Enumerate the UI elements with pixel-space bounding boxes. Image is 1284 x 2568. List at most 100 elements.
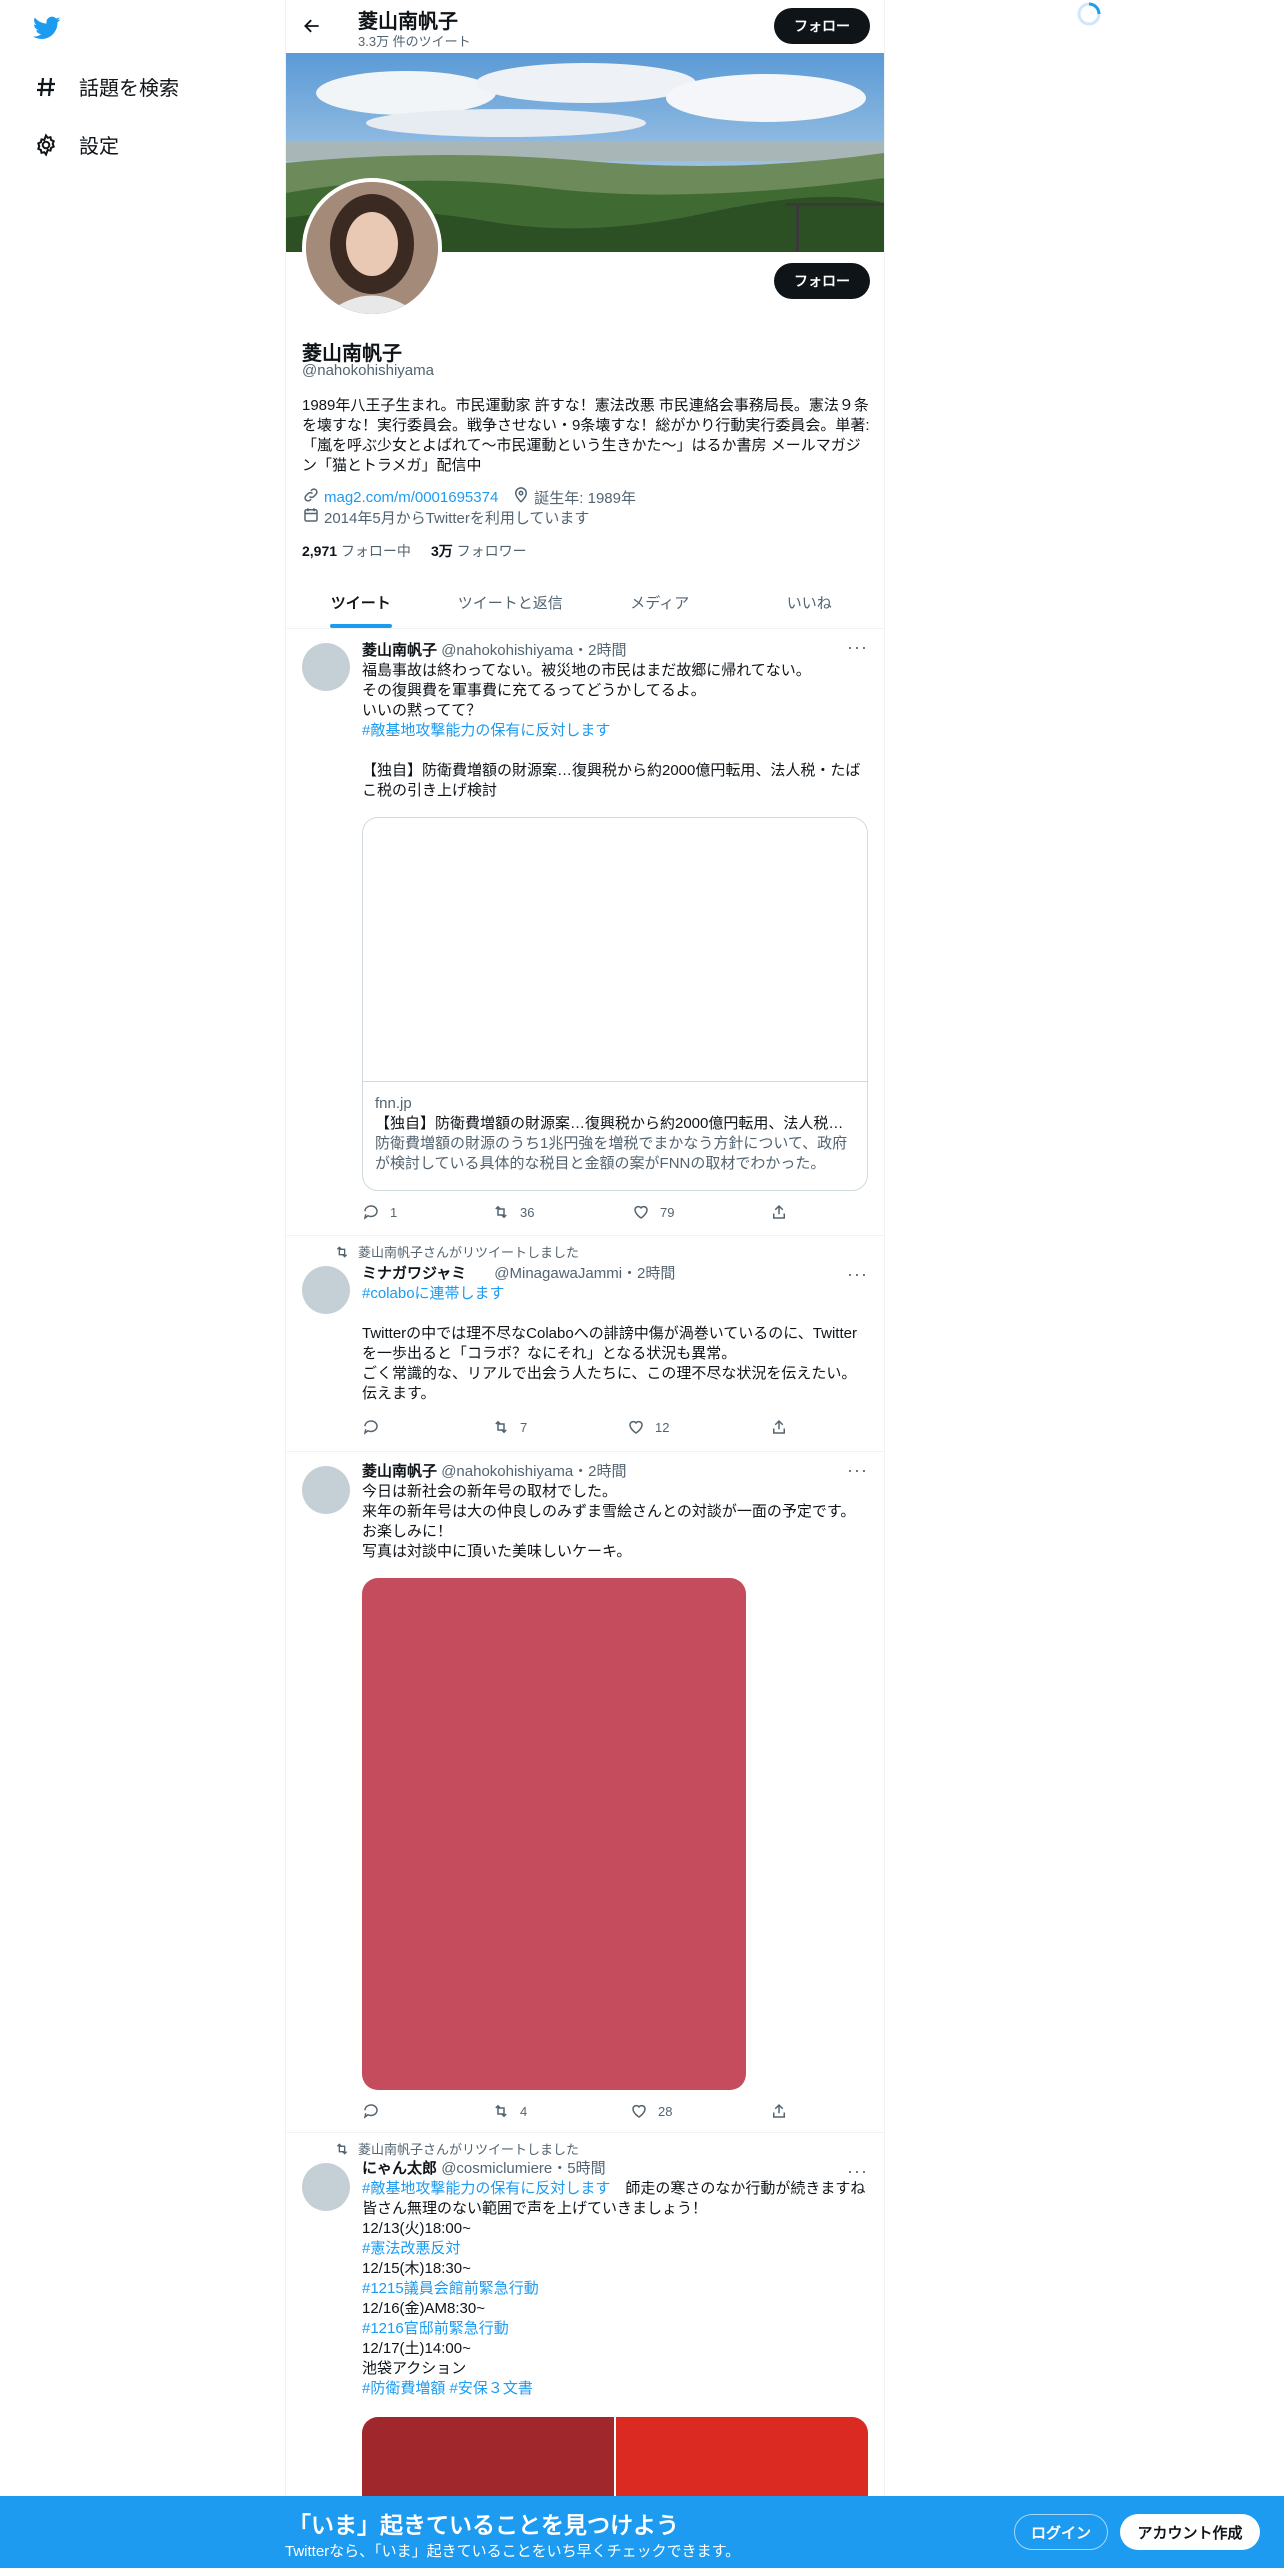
tweet-line: 12/17(土)14:00~ <box>362 2340 471 2357</box>
calendar-icon <box>302 506 320 528</box>
tweet-line: 12/13(火)18:00~ <box>362 2220 471 2237</box>
tweet-content: 菱山南帆子 @nahokohishiyama・2時間 今日は新社会の新年号の取材… <box>362 1462 868 1562</box>
tweet-1[interactable]: ··· 菱山南帆子 @nahokohishiyama・2時間 福島事故は終わって… <box>286 629 884 1236</box>
tweet-actions: 7 12 <box>362 1418 802 1438</box>
reply-button[interactable] <box>362 1418 390 1436</box>
share-button[interactable] <box>770 2102 798 2120</box>
profile-bio: 1989年八王子生まれ。市民運動家 許すな！憲法改悪 市民連絡会事務局長。憲法９… <box>302 397 870 474</box>
retweet-button[interactable]: 36 <box>492 1203 534 1221</box>
like-button[interactable]: 79 <box>632 1203 674 1221</box>
profile-follow-button[interactable]: フォロー <box>774 263 870 299</box>
like-button[interactable]: 28 <box>630 2102 672 2120</box>
reply-count: 1 <box>390 1204 398 1220</box>
like-button[interactable]: 12 <box>627 1418 669 1436</box>
header-follow-button[interactable]: フォロー <box>774 8 870 44</box>
tweet-time[interactable]: ・2時間 <box>573 642 626 659</box>
tweet-handle: @nahokohishiyama <box>441 1463 574 1480</box>
tweet-content: にゃん太郎 @cosmiclumiere・5時間 #敵基地攻撃能力の保有に反対し… <box>362 2159 880 2399</box>
tweet-actions: 1 36 79 <box>362 1203 802 1223</box>
retweet-context-label[interactable]: 菱山南帆子さんがリツイートしました <box>358 2139 579 2158</box>
retweet-button[interactable]: 7 <box>492 1418 527 1436</box>
hashtag-link[interactable]: #敵基地攻撃能力の保有に反対します <box>362 2180 610 2197</box>
tweet-time[interactable]: ・5時間 <box>552 2160 605 2177</box>
nav-settings-label: 設定 <box>79 136 119 158</box>
tweet-line: 12/15(木)18:30~ <box>362 2260 471 2277</box>
like-count: 28 <box>658 2103 673 2119</box>
tweet-3[interactable]: ··· 菱山南帆子 @nahokohishiyama・2時間 今日は新社会の新年… <box>286 1452 884 2133</box>
tweet-author[interactable]: 菱山南帆子 <box>362 1463 437 1480</box>
tab-tweets[interactable]: ツイート <box>286 576 436 628</box>
retweet-context-label[interactable]: 菱山南帆子さんがリツイートしました <box>358 1242 579 1261</box>
tweet-handle: @MinagawaJammi <box>494 1265 623 1282</box>
login-button[interactable]: ログイン <box>1014 2514 1108 2550</box>
avatar[interactable] <box>302 1266 350 1314</box>
tweet-line: 来年の新年号は大の仲良しのみずま雪絵さんとの対談が一面の予定です。 <box>362 1503 856 1520</box>
avatar[interactable] <box>302 1466 350 1514</box>
hashtag-link[interactable]: #1216官邸前緊急行動 <box>362 2319 868 2339</box>
profile-meta-row: mag2.com/m/0001695374 誕生年: 1989年 <box>302 486 636 508</box>
nav-explore[interactable]: 話題を検索 <box>33 72 179 101</box>
profile-header: 菱山南帆子 3.3万 件のツイート フォロー <box>286 0 884 53</box>
profile-joined-row: 2014年5月からTwitterを利用しています <box>302 506 589 528</box>
tweet-author[interactable]: にゃん太郎 <box>362 2160 437 2177</box>
like-count: 12 <box>655 1419 670 1435</box>
tweet-line: 写真は対談中に頂いた美味しいケーキ。 <box>362 1543 632 1560</box>
tweet-photo[interactable] <box>362 1578 746 2090</box>
link-card-description: 防衛費増額の財源のうち1兆円強を増税でまかなう方針について、政府が検討している具… <box>375 1135 848 1172</box>
nav-explore-label: 話題を検索 <box>79 78 179 100</box>
bottom-bar-subtitle: Twitterなら、「いま」起きていることをいち早くチェックできます。 <box>285 2543 741 2560</box>
profile-birth: 誕生年: 1989年 <box>534 489 636 507</box>
reply-button[interactable] <box>362 2102 390 2120</box>
tweet-2[interactable]: 菱山南帆子さんがリツイートしました ··· ミナガワジャミ @MinagawaJa… <box>286 1236 884 1452</box>
profile-avatar[interactable] <box>302 178 442 318</box>
retweet-context-icon <box>336 1245 348 1258</box>
tab-media[interactable]: メディア <box>585 576 735 628</box>
tweet-author[interactable]: ミナガワジャミ <box>362 1265 466 1282</box>
signup-button[interactable]: アカウント作成 <box>1120 2514 1260 2550</box>
avatar[interactable] <box>302 643 350 691</box>
nav-settings[interactable]: 設定 <box>33 130 119 159</box>
share-button[interactable] <box>770 1203 798 1221</box>
hashtag-link[interactable]: #colaboに連帯します <box>362 1284 868 1304</box>
twitter-logo-icon[interactable] <box>30 14 64 42</box>
share-button[interactable] <box>770 1418 798 1436</box>
hashtag-link[interactable]: #憲法改悪反対 <box>362 2239 868 2259</box>
reply-icon <box>363 2104 378 2119</box>
loading-spinner-icon <box>1076 1 1102 32</box>
avatar[interactable] <box>302 2163 350 2211</box>
heart-icon <box>634 1205 648 1219</box>
tab-likes[interactable]: いいね <box>735 576 885 628</box>
back-arrow-icon[interactable] <box>298 12 326 40</box>
bottom-signup-bar: 「いま」起きていることを見つけよう Twitterなら、「いま」起きていることを… <box>0 2496 1284 2568</box>
hashtag-link[interactable]: #安保３文書 <box>450 2380 533 2397</box>
link-card-image <box>363 818 867 1082</box>
retweet-context: 菱山南帆子さんがリツイートしました <box>334 1242 579 1261</box>
profile-handle: @nahokohishiyama <box>302 362 434 379</box>
heart-icon <box>632 2104 646 2118</box>
tab-tweets-replies[interactable]: ツイートと返信 <box>436 576 586 628</box>
profile-column: 菱山南帆子 3.3万 件のツイート フォロー フォロー 菱山南帆子 @nahok… <box>285 0 885 2568</box>
hashtag-link[interactable]: #敵基地攻撃能力の保有に反対します <box>362 721 868 741</box>
tweet-line: 池袋アクション <box>362 2360 467 2377</box>
retweet-icon <box>495 2104 507 2118</box>
followers-label: フォロワー <box>456 543 527 559</box>
share-icon <box>773 1419 785 1434</box>
following-link[interactable]: 2,971 フォロー中 <box>302 541 411 561</box>
following-label: フォロー中 <box>340 543 411 559</box>
reply-button[interactable]: 1 <box>362 1203 397 1221</box>
follow-stats: 2,971 フォロー中 3万 フォロワー <box>302 541 527 561</box>
tweet-line: 今日は新社会の新年号の取材でした。 <box>362 1483 618 1500</box>
share-icon <box>773 1204 785 1219</box>
tweet-time[interactable]: ・2時間 <box>573 1463 626 1480</box>
hashtag-link[interactable]: #防衛費増額 <box>362 2380 445 2397</box>
followers-link[interactable]: 3万 フォロワー <box>431 541 527 561</box>
header-name: 菱山南帆子 <box>358 11 458 33</box>
link-icon <box>302 486 320 508</box>
retweet-button[interactable]: 4 <box>492 2102 527 2120</box>
hashtag-link[interactable]: #1215議員会館前緊急行動 <box>362 2279 868 2299</box>
tweet-author[interactable]: 菱山南帆子 <box>362 642 437 659</box>
tweet-time[interactable]: ・2時間 <box>622 1265 675 1282</box>
link-card[interactable]: fnn.jp 【独自】防衛費増額の財源案…復興税から約2000億円転用、法人税・… <box>362 817 868 1191</box>
profile-link[interactable]: mag2.com/m/0001695374 <box>324 489 498 506</box>
retweet-count: 4 <box>520 2103 528 2119</box>
